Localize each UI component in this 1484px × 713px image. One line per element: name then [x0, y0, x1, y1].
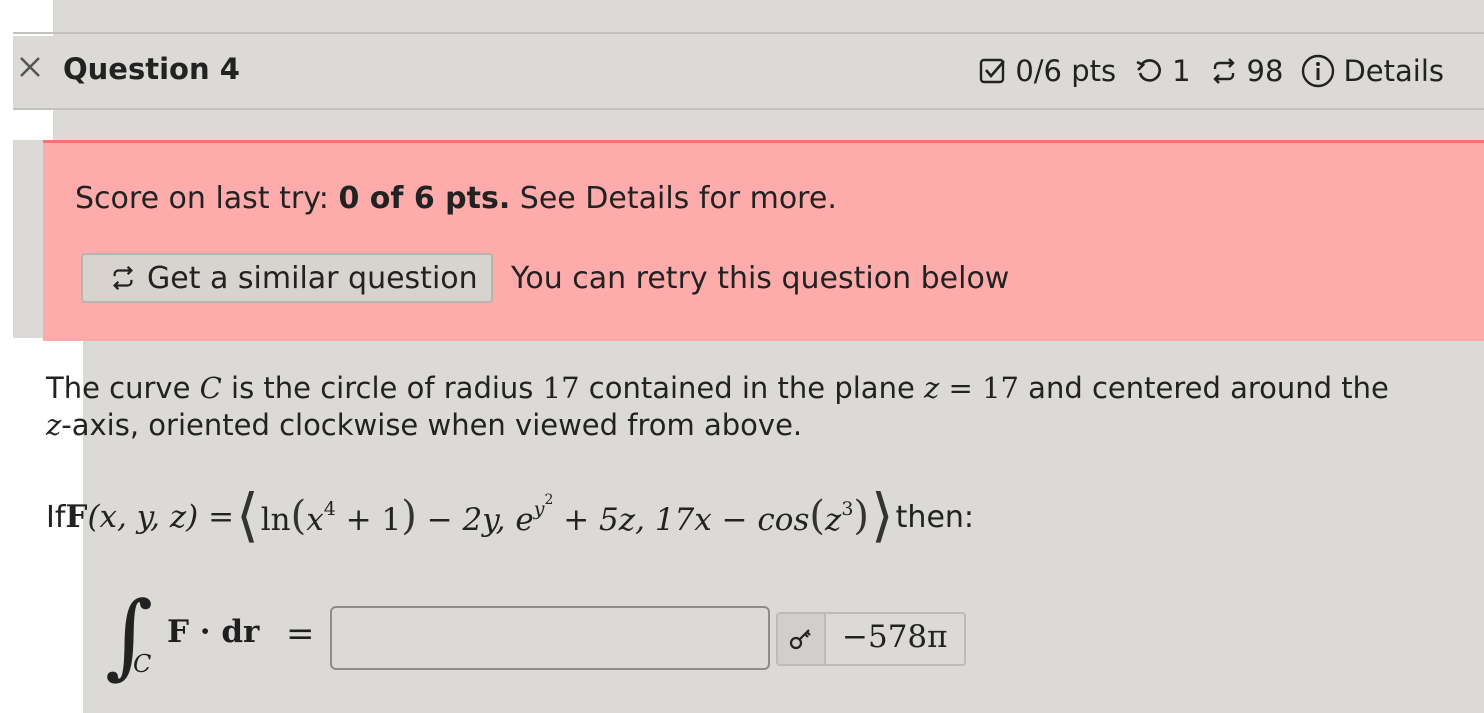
info-icon	[1301, 54, 1335, 88]
score-group: 0/6 pts	[979, 54, 1116, 88]
right-angle: ⟩	[871, 481, 894, 549]
details-button[interactable]: Details	[1301, 54, 1444, 88]
ln: ln	[260, 502, 291, 538]
text: If	[46, 499, 66, 535]
close-icon[interactable]	[17, 54, 43, 80]
math-var: z	[46, 408, 62, 442]
text: then:	[895, 499, 975, 535]
answer-input[interactable]	[330, 606, 770, 670]
term: + 5z, 17x − cos	[553, 502, 810, 538]
text: The curve	[46, 371, 200, 405]
exponent: 3	[841, 497, 854, 520]
retry-group: 1	[1134, 54, 1191, 88]
text: contained in the plane	[579, 371, 925, 405]
exponent: y	[533, 497, 545, 520]
math-var: z	[824, 502, 842, 538]
math-eq: =	[939, 371, 983, 405]
math-var: e	[515, 502, 534, 538]
repeat-icon	[1209, 56, 1239, 86]
attempts-group: 98	[1209, 54, 1284, 88]
text: and centered around the	[1018, 371, 1389, 405]
math-var: z	[924, 371, 940, 405]
score-value: 0 of 6 pts.	[338, 181, 511, 216]
line-integral: ∫ C F · dr	[105, 582, 365, 689]
vector-field-statement: If F(x, y, z) = ⟨ ln(x4 + 1) − 2y, ey2 +…	[46, 481, 975, 549]
key-button[interactable]	[778, 614, 826, 664]
last-try-score: Score on last try: 0 of 6 pts. See Detai…	[75, 181, 837, 216]
integral-subscript: C	[133, 650, 152, 678]
divider	[13, 108, 1484, 110]
attempts-count: 98	[1246, 54, 1284, 88]
term: + 1	[335, 502, 402, 538]
question-stats: 0/6 pts 1 98 Details	[961, 54, 1444, 88]
integrand-text: F · dr	[167, 614, 260, 650]
score-text: 0/6 pts	[1015, 54, 1117, 88]
divider	[13, 32, 1484, 34]
plane-value: 17	[982, 371, 1019, 405]
details-label[interactable]: Details	[1343, 54, 1444, 88]
correct-answer: −578π	[842, 619, 948, 655]
retry-hint: You can retry this question below	[511, 261, 1010, 296]
score-alert: Score on last try: 0 of 6 pts. See Detai…	[43, 140, 1484, 341]
math-var: C	[199, 371, 222, 405]
undo-icon	[1134, 56, 1164, 86]
math-var: x	[306, 502, 324, 538]
question-title: Question 4	[63, 52, 240, 86]
repeat-icon	[109, 263, 137, 293]
similar-question-label: Get a similar question	[147, 260, 478, 296]
text: is the circle of radius	[221, 371, 543, 405]
term: − 2y,	[416, 502, 516, 538]
question-text: The curve C is the circle of radius 17 c…	[46, 370, 1454, 444]
question-header: Question 4 0/6 pts 1 98 Details	[13, 36, 1484, 108]
left-angle: ⟨	[236, 481, 259, 549]
radius-value: 17	[542, 371, 580, 405]
field-components: ln(x4 + 1) − 2y, ey2 + 5z, 17x − cos(z3)	[260, 492, 870, 539]
exponent: 2	[544, 492, 554, 509]
equals-sign: =	[286, 614, 315, 654]
left-margin	[0, 0, 13, 713]
score-suffix: See Details for more.	[510, 181, 837, 216]
score-prefix: Score on last try:	[75, 181, 339, 216]
answer-key: −578π	[776, 612, 966, 666]
similar-question-button[interactable]: Get a similar question	[81, 253, 493, 303]
key-icon	[789, 629, 811, 650]
text: -axis, oriented clockwise when viewed fr…	[61, 408, 803, 442]
integrand: F · dr	[167, 614, 259, 650]
exponent: 4	[323, 497, 336, 520]
retry-count: 1	[1172, 54, 1191, 88]
checkbox-icon	[979, 57, 1007, 85]
field-lhs: F(x, y, z) =	[65, 499, 235, 535]
